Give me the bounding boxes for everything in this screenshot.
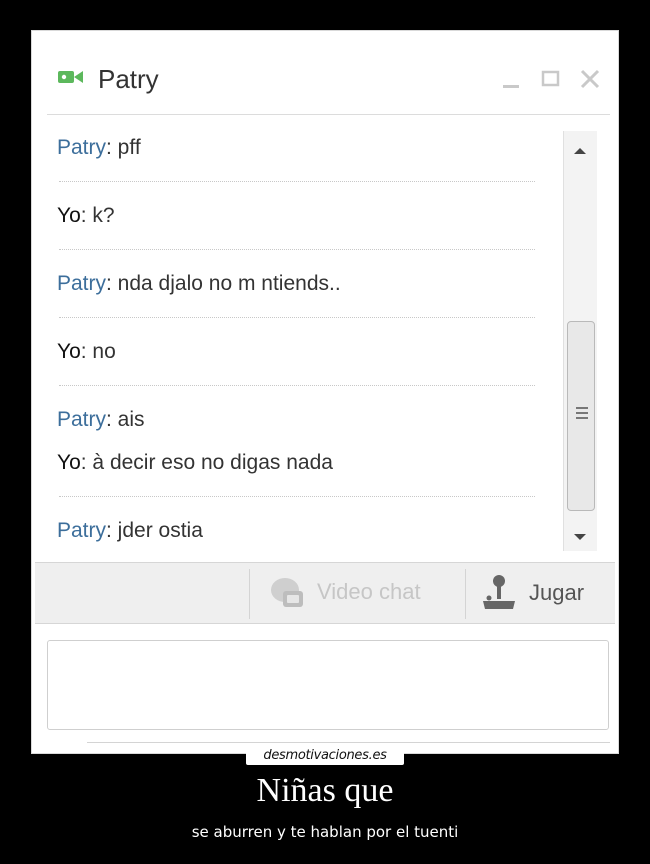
close-icon[interactable] (579, 69, 601, 94)
header-divider (47, 114, 610, 115)
message-row: Yo: à decir eso no digas nada (57, 451, 333, 475)
message-separator (59, 249, 535, 250)
chat-toolbar: Video chat Jugar (35, 562, 615, 624)
poster-title: Niñas que (256, 772, 394, 809)
message-sender: Patry (57, 272, 107, 295)
scroll-down-icon[interactable] (573, 529, 587, 547)
message-text: : à decir eso no digas nada (80, 451, 333, 474)
message-separator (59, 317, 535, 318)
message-sender: Patry (57, 519, 107, 542)
chat-header: Patry (35, 34, 615, 114)
message-row: Patry: ais (57, 408, 145, 432)
video-chat-label: Video chat (317, 579, 421, 604)
video-camera-icon (58, 70, 84, 89)
message-text: : jder ostia (106, 519, 203, 542)
message-row: Patry: nda djalo no m ntiends.. (57, 272, 341, 296)
message-text: : k? (80, 204, 115, 227)
message-row: Patry: jder ostia (57, 519, 203, 543)
bottom-divider (87, 742, 610, 743)
jugar-button[interactable]: Jugar (467, 563, 615, 623)
site-watermark: desmotivaciones.es (246, 747, 404, 765)
toolbar-divider (465, 569, 466, 619)
message-row: Yo: no (57, 340, 116, 364)
message-sender: Yo (57, 340, 81, 363)
scrollbar-thumb[interactable] (567, 321, 595, 511)
jugar-label: Jugar (529, 580, 585, 605)
message-separator (59, 385, 535, 386)
maximize-icon[interactable] (541, 70, 561, 93)
message-row: Yo: k? (57, 204, 115, 228)
chat-scrollbar[interactable] (563, 131, 597, 551)
message-separator (59, 181, 535, 182)
message-sender: Yo (57, 451, 81, 474)
message-separator (59, 496, 535, 497)
joystick-icon (479, 573, 519, 618)
message-text: : ais (106, 408, 145, 431)
message-text: : pff (106, 136, 141, 159)
video-chat-button[interactable]: Video chat (249, 563, 463, 623)
scroll-up-icon[interactable] (573, 143, 587, 161)
message-sender: Patry (57, 136, 107, 159)
message-row: Patry: pff (57, 136, 141, 160)
message-text: : nda djalo no m ntiends.. (106, 272, 341, 295)
message-sender: Patry (57, 408, 107, 431)
chat-window: Patry Patry: pff Yo: k? Patry: nda djalo… (35, 34, 615, 750)
poster-subtitle: se aburren y te hablan por el tuenti (191, 823, 459, 841)
poster-frame: Patry Patry: pff Yo: k? Patry: nda djalo… (31, 30, 619, 754)
message-input[interactable] (47, 640, 609, 730)
webcam-icon (267, 575, 307, 616)
chat-title: Patry (98, 64, 159, 94)
message-text: : no (80, 340, 116, 363)
message-list: Patry: pff Yo: k? Patry: nda djalo no m … (35, 126, 555, 558)
message-sender: Yo (57, 204, 81, 227)
minimize-icon[interactable] (501, 76, 521, 95)
grip-icon (576, 406, 588, 425)
